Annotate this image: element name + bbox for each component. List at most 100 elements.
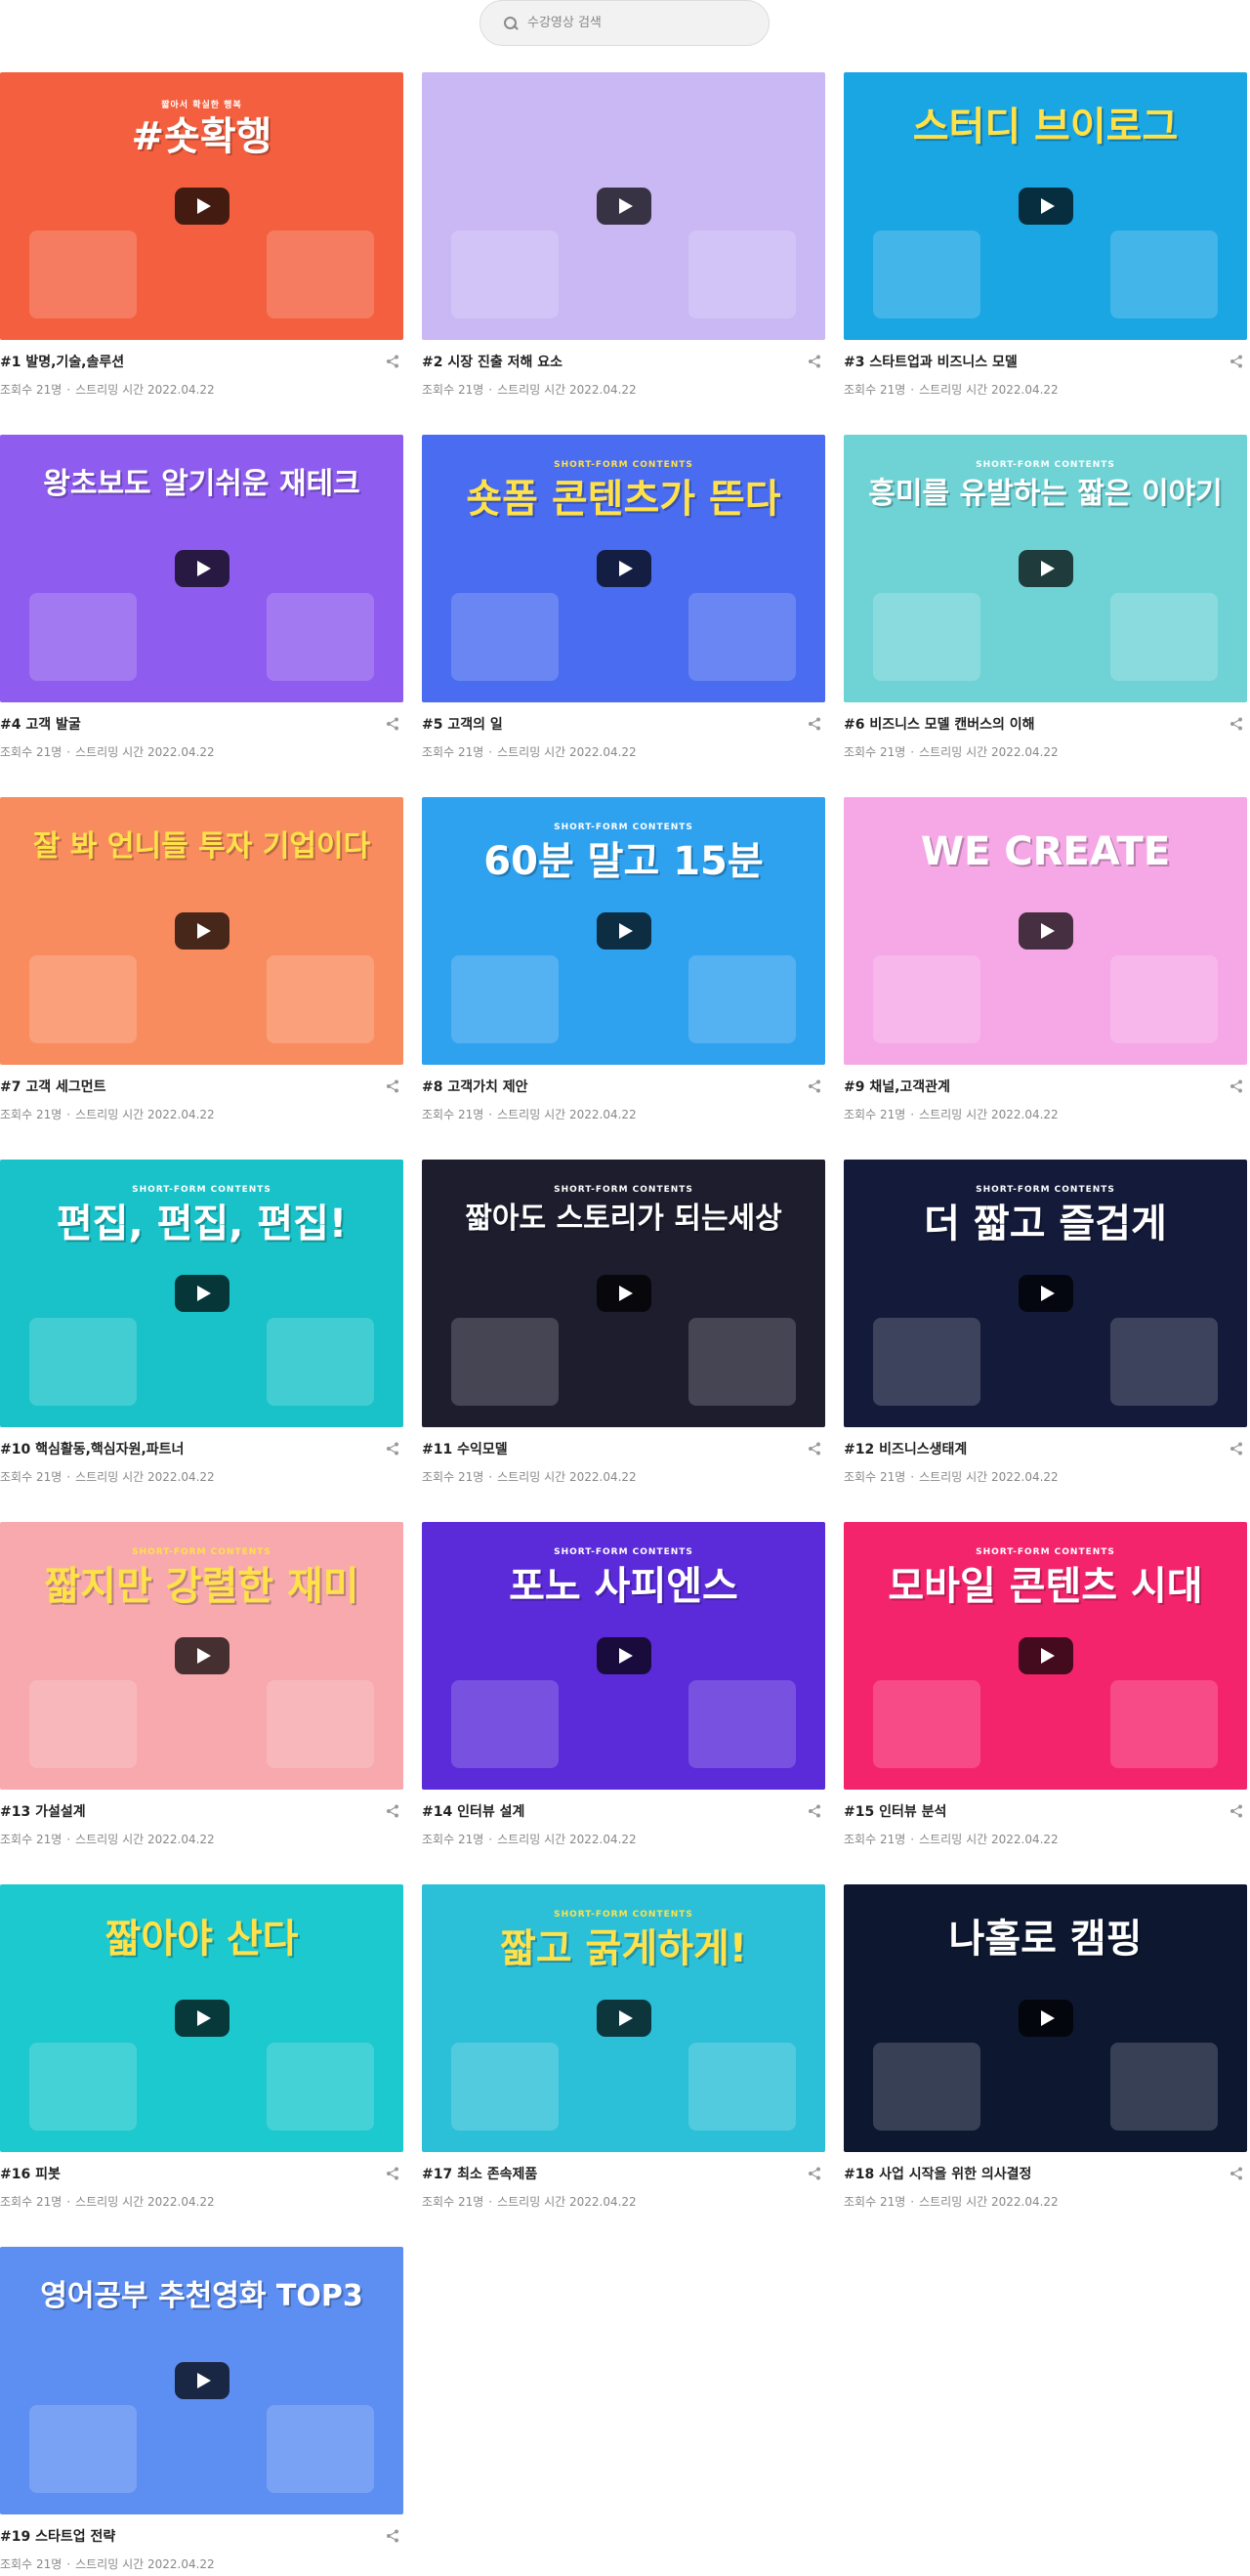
video-card[interactable]: SHORT-FORM CONTENTS 짧아도 스토리가 되는세상 #11 수익모델… <box>422 1160 825 1487</box>
video-card[interactable]: 잘 봐 언니들 투자 기업이다 #7 고객 세그먼트 조회수 21명 · 스트리밍 시간… <box>0 797 403 1124</box>
video-title[interactable]: #4 고객 발굴 <box>0 714 403 734</box>
share-icon[interactable] <box>386 716 399 731</box>
share-icon[interactable] <box>386 2528 399 2543</box>
video-title[interactable]: #1 발명,기술,솔루션 <box>0 352 403 371</box>
video-thumbnail[interactable]: SHORT-FORM CONTENTS 숏폼 콘텐츠가 뜬다 <box>422 435 825 702</box>
video-card[interactable]: SHORT-FORM CONTENTS 숏폼 콘텐츠가 뜬다 #5 고객의 일 조회수… <box>422 435 825 762</box>
video-title[interactable]: #13 가설설계 <box>0 1801 403 1821</box>
play-icon[interactable] <box>1018 550 1073 587</box>
play-icon[interactable] <box>174 188 229 225</box>
video-card[interactable]: SHORT-FORM CONTENTS 모바일 콘텐츠 시대 #15 인터뷰 분석 조… <box>844 1522 1247 1849</box>
video-thumbnail[interactable]: SHORT-FORM CONTENTS 모바일 콘텐츠 시대 <box>844 1522 1247 1790</box>
play-icon[interactable] <box>596 550 651 587</box>
share-icon[interactable] <box>1229 1803 1243 1818</box>
share-icon[interactable] <box>808 716 821 731</box>
share-icon[interactable] <box>808 1441 821 1456</box>
share-icon[interactable] <box>808 354 821 368</box>
video-card[interactable]: 짧아서 확실한 행복 #숏확행 #1 발명,기술,솔루션 조회수 21명 · 스트리밍 시… <box>0 72 403 400</box>
play-icon[interactable] <box>596 912 651 950</box>
video-card[interactable]: 영어공부 추천영화 TOP3 #19 스타트업 전략 조회수 21명 · 스트리밍 시간… <box>0 2247 403 2574</box>
play-icon[interactable] <box>174 2362 229 2399</box>
video-title[interactable]: #9 채널,고객관계 <box>844 1077 1247 1096</box>
video-title[interactable]: #2 시장 진출 저해 요소 <box>422 352 825 371</box>
share-icon[interactable] <box>1229 1441 1243 1456</box>
video-thumbnail[interactable]: 짧아서 확실한 행복 #숏확행 <box>0 72 403 340</box>
video-card[interactable]: SHORT-FORM CONTENTS 흥미를 유발하는 짧은 이야기 #6 비즈니… <box>844 435 1247 762</box>
play-icon[interactable] <box>1018 188 1073 225</box>
share-icon[interactable] <box>386 354 399 368</box>
video-card[interactable]: #2 시장 진출 저해 요소 조회수 21명 · 스트리밍 시간 2022.04.22 <box>422 72 825 400</box>
video-thumbnail[interactable]: 스터디 브이로그 <box>844 72 1247 340</box>
share-icon[interactable] <box>808 1803 821 1818</box>
video-title[interactable]: #14 인터뷰 설계 <box>422 1801 825 1821</box>
share-icon[interactable] <box>1229 354 1243 368</box>
play-icon[interactable] <box>1018 912 1073 950</box>
video-thumbnail[interactable]: SHORT-FORM CONTENTS 더 짧고 즐겁게 <box>844 1160 1247 1427</box>
play-icon[interactable] <box>174 912 229 950</box>
play-icon[interactable] <box>1018 2000 1073 2037</box>
video-thumbnail[interactable]: 잘 봐 언니들 투자 기업이다 <box>0 797 403 1065</box>
share-icon[interactable] <box>1229 716 1243 731</box>
video-card[interactable]: 짧아야 산다 #16 피봇 조회수 21명 · 스트리밍 시간 2022.04.22 <box>0 1884 403 2212</box>
search-bar[interactable] <box>479 0 770 46</box>
video-card[interactable]: WE CREATE #9 채널,고객관계 조회수 21명 · 스트리밍 시간 2022.… <box>844 797 1247 1124</box>
video-thumbnail[interactable]: SHORT-FORM CONTENTS 짧아도 스토리가 되는세상 <box>422 1160 825 1427</box>
video-title[interactable]: #18 사업 시작을 위한 의사결정 <box>844 2164 1247 2183</box>
video-thumbnail[interactable]: SHORT-FORM CONTENTS 흥미를 유발하는 짧은 이야기 <box>844 435 1247 702</box>
video-thumbnail[interactable]: WE CREATE <box>844 797 1247 1065</box>
search-input[interactable] <box>527 16 742 30</box>
video-thumbnail[interactable]: SHORT-FORM CONTENTS 60분 말고 15분 <box>422 797 825 1065</box>
play-icon[interactable] <box>174 550 229 587</box>
video-card[interactable]: SHORT-FORM CONTENTS 짧지만 강렬한 재미 #13 가설설계 조회수… <box>0 1522 403 1849</box>
video-title[interactable]: #6 비즈니스 모델 캔버스의 이해 <box>844 714 1247 734</box>
video-title[interactable]: #8 고객가치 제안 <box>422 1077 825 1096</box>
share-icon[interactable] <box>1229 1078 1243 1093</box>
video-title[interactable]: #12 비즈니스생태계 <box>844 1439 1247 1458</box>
video-title[interactable]: #10 핵심활동,핵심자원,파트너 <box>0 1439 403 1458</box>
share-icon[interactable] <box>386 2166 399 2180</box>
video-card[interactable]: 스터디 브이로그 #3 스타트업과 비즈니스 모델 조회수 21명 · 스트리밍 시간 … <box>844 72 1247 400</box>
play-icon[interactable] <box>596 1637 651 1674</box>
video-title[interactable]: #7 고객 세그먼트 <box>0 1077 403 1096</box>
video-card[interactable]: SHORT-FORM CONTENTS 60분 말고 15분 #8 고객가치 제안 조… <box>422 797 825 1124</box>
thumbnail-decoration <box>873 231 980 318</box>
play-icon[interactable] <box>596 2000 651 2037</box>
search-icon[interactable] <box>504 16 518 30</box>
share-icon[interactable] <box>808 2166 821 2180</box>
video-card[interactable]: SHORT-FORM CONTENTS 짧고 굵게하게! #17 최소 존속제품 조회… <box>422 1884 825 2212</box>
video-thumbnail[interactable]: SHORT-FORM CONTENTS 짧지만 강렬한 재미 <box>0 1522 403 1790</box>
play-icon[interactable] <box>596 188 651 225</box>
video-thumbnail[interactable]: 왕초보도 알기쉬운 재테크 <box>0 435 403 702</box>
play-icon[interactable] <box>1018 1637 1073 1674</box>
video-thumbnail[interactable]: SHORT-FORM CONTENTS 포노 사피엔스 <box>422 1522 825 1790</box>
video-thumbnail[interactable]: SHORT-FORM CONTENTS 편집, 편집, 편집! <box>0 1160 403 1427</box>
video-title[interactable]: #16 피봇 <box>0 2164 403 2183</box>
share-icon[interactable] <box>386 1078 399 1093</box>
play-icon[interactable] <box>596 1275 651 1312</box>
share-icon[interactable] <box>808 1078 821 1093</box>
video-title[interactable]: #17 최소 존속제품 <box>422 2164 825 2183</box>
video-card[interactable]: SHORT-FORM CONTENTS 포노 사피엔스 #14 인터뷰 설계 조회수 … <box>422 1522 825 1849</box>
video-card[interactable]: SHORT-FORM CONTENTS 편집, 편집, 편집! #10 핵심활동,핵… <box>0 1160 403 1487</box>
video-thumbnail[interactable]: SHORT-FORM CONTENTS 짧고 굵게하게! <box>422 1884 825 2152</box>
video-card[interactable]: 나홀로 캠핑 #18 사업 시작을 위한 의사결정 조회수 21명 · 스트리밍 시간 … <box>844 1884 1247 2212</box>
video-thumbnail[interactable]: 나홀로 캠핑 <box>844 1884 1247 2152</box>
video-title[interactable]: #15 인터뷰 분석 <box>844 1801 1247 1821</box>
video-thumbnail[interactable] <box>422 72 825 340</box>
play-icon[interactable] <box>174 2000 229 2037</box>
video-thumbnail[interactable]: 짧아야 산다 <box>0 1884 403 2152</box>
video-title[interactable]: #19 스타트업 전략 <box>0 2526 403 2546</box>
share-icon[interactable] <box>386 1803 399 1818</box>
play-icon[interactable] <box>174 1637 229 1674</box>
video-card[interactable]: SHORT-FORM CONTENTS 더 짧고 즐겁게 #12 비즈니스생태계 조회… <box>844 1160 1247 1487</box>
video-title[interactable]: #3 스타트업과 비즈니스 모델 <box>844 352 1247 371</box>
video-thumbnail[interactable]: 영어공부 추천영화 TOP3 <box>0 2247 403 2514</box>
play-icon[interactable] <box>174 1275 229 1312</box>
share-icon[interactable] <box>386 1441 399 1456</box>
play-icon[interactable] <box>1018 1275 1073 1312</box>
video-title[interactable]: #5 고객의 일 <box>422 714 825 734</box>
view-count: 21명 <box>35 2195 62 2209</box>
video-title[interactable]: #11 수익모델 <box>422 1439 825 1458</box>
video-card[interactable]: 왕초보도 알기쉬운 재테크 #4 고객 발굴 조회수 21명 · 스트리밍 시간 202… <box>0 435 403 762</box>
share-icon[interactable] <box>1229 2166 1243 2180</box>
